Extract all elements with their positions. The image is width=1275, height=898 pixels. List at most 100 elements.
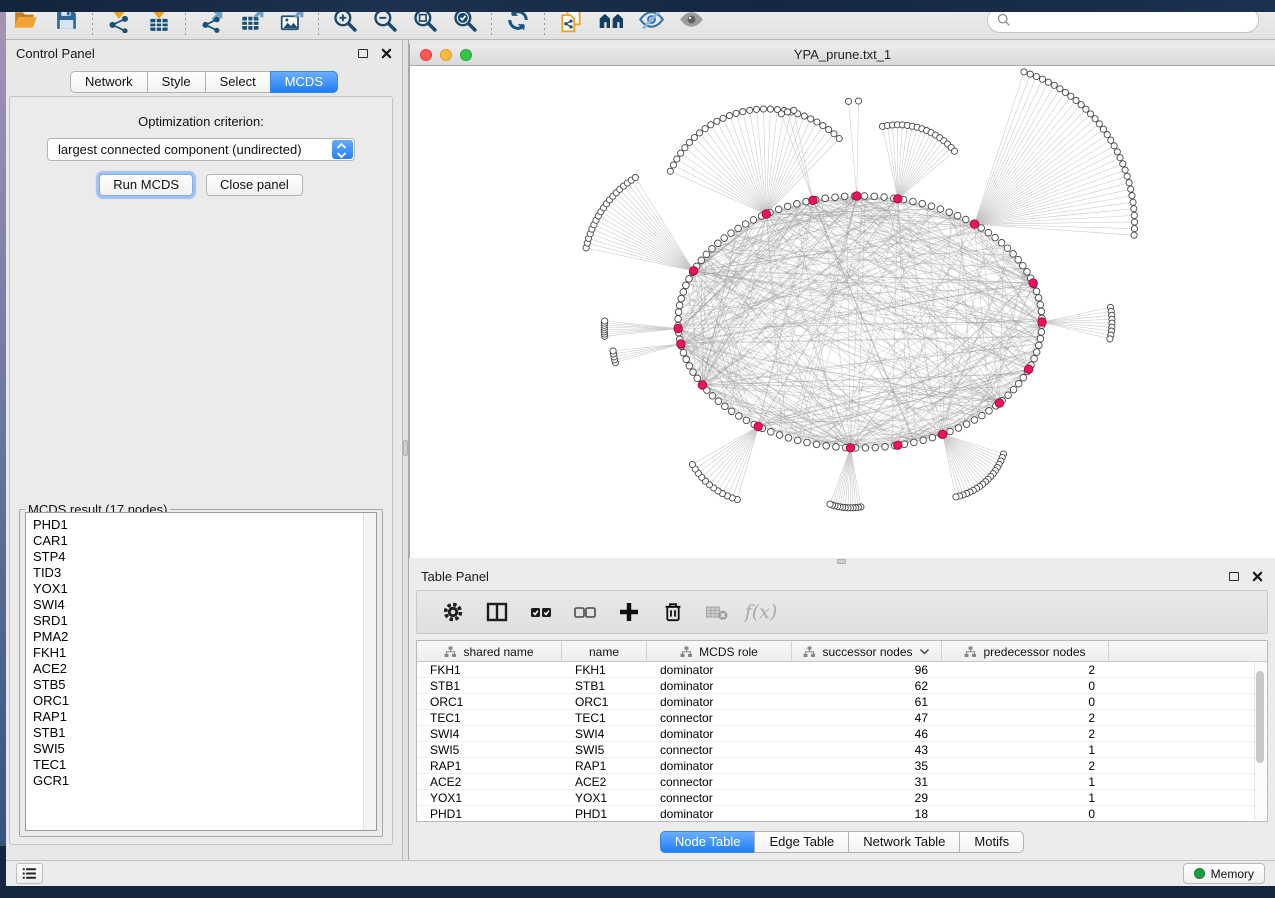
run-mcds-button[interactable]: Run MCDS: [99, 174, 193, 196]
delete-table-button[interactable]: [695, 594, 739, 630]
table-panel-title: Table Panel: [421, 569, 1229, 584]
control-panel-title: Control Panel: [16, 46, 358, 61]
result-item[interactable]: ORC1: [26, 693, 376, 709]
float-panel-icon[interactable]: [1229, 572, 1239, 581]
table-cell: YOX1: [562, 790, 647, 805]
table-cell: ORC1: [562, 694, 647, 709]
tab-select[interactable]: Select: [205, 71, 271, 93]
column-label: MCDS role: [699, 645, 758, 659]
table-row[interactable]: PHD1PHD1dominator180: [417, 806, 1267, 822]
deselect-all-button[interactable]: [563, 594, 607, 630]
tab-network-table[interactable]: Network Table: [848, 831, 960, 853]
close-window-icon[interactable]: [420, 49, 432, 61]
float-panel-icon[interactable]: [358, 49, 368, 58]
table-row[interactable]: SWI4SWI4dominator462: [417, 726, 1267, 742]
table-row[interactable]: YOX1YOX1connector291: [417, 790, 1267, 806]
optimization-criterion-select[interactable]: largest connected component (undirected): [47, 138, 355, 161]
plus-icon: [617, 600, 641, 624]
mcds-result-list: PHD1CAR1STP4TID3YOX1SWI4SRD1PMA2FKH1ACE2…: [26, 513, 376, 789]
column-header-shared-name[interactable]: shared name: [417, 641, 562, 662]
close-panel-icon[interactable]: [381, 48, 392, 59]
table-row[interactable]: FKH1FKH1dominator962: [417, 662, 1267, 678]
deselect-all-icon: [572, 600, 598, 624]
result-item[interactable]: ACE2: [26, 661, 376, 677]
select-stepper-icon: [332, 140, 353, 159]
table-cell: dominator: [647, 758, 792, 773]
table-row[interactable]: SWI5SWI5connector431: [417, 742, 1267, 758]
result-item[interactable]: PMA2: [26, 629, 376, 645]
sort-menu-icon[interactable]: [919, 648, 930, 656]
table-cell: 0: [942, 806, 1109, 821]
table-cell: 0: [942, 678, 1109, 693]
window-controls: [420, 49, 472, 61]
result-item[interactable]: TEC1: [26, 757, 376, 773]
result-item[interactable]: GCR1: [26, 773, 376, 789]
scrollbar-thumb[interactable]: [1256, 671, 1264, 763]
table-cell: 2: [942, 710, 1109, 725]
table-cell: 1: [942, 742, 1109, 757]
result-item[interactable]: STP4: [26, 549, 376, 565]
table-row[interactable]: STB1STB1dominator620: [417, 678, 1267, 694]
result-item[interactable]: PHD1: [26, 517, 376, 533]
table-cell: PHD1: [562, 806, 647, 821]
network-window-titlebar[interactable]: YPA_prune.txt_1: [410, 44, 1275, 66]
maximize-window-icon[interactable]: [460, 49, 472, 61]
gear-icon: [441, 600, 465, 624]
task-history-button[interactable]: [16, 863, 43, 884]
table-row[interactable]: ACE2ACE2connector311: [417, 774, 1267, 790]
table-cell: FKH1: [562, 662, 647, 677]
close-panel-icon[interactable]: [1252, 571, 1263, 582]
memory-button[interactable]: Memory: [1183, 863, 1265, 884]
column-header-name[interactable]: name: [562, 641, 647, 662]
delete-row-button[interactable]: [651, 594, 695, 630]
table-cell: FKH1: [417, 662, 562, 677]
fx-icon: f(x): [745, 601, 778, 623]
tab-network[interactable]: Network: [70, 71, 148, 93]
column-header-successor-nodes[interactable]: successor nodes: [792, 641, 942, 662]
memory-status-icon: [1194, 868, 1205, 879]
tab-mcds[interactable]: MCDS: [270, 71, 338, 93]
tab-style[interactable]: Style: [147, 71, 206, 93]
splitter-grip[interactable]: [403, 440, 408, 456]
function-builder-button[interactable]: f(x): [739, 594, 783, 630]
result-item[interactable]: SWI5: [26, 741, 376, 757]
result-item[interactable]: STB1: [26, 725, 376, 741]
table-toolbar: f(x): [416, 590, 1268, 634]
network-graph[interactable]: [410, 66, 1274, 557]
tab-edge-table[interactable]: Edge Table: [754, 831, 849, 853]
result-item[interactable]: TID3: [26, 565, 376, 581]
table-row[interactable]: ORC1ORC1dominator610: [417, 694, 1267, 710]
tree-icon: [444, 646, 457, 658]
select-all-button[interactable]: [519, 594, 563, 630]
result-item[interactable]: CAR1: [26, 533, 376, 549]
optimization-criterion-value: largest connected component (undirected): [58, 142, 302, 157]
table-cell: connector: [647, 710, 792, 725]
result-item[interactable]: SRD1: [26, 613, 376, 629]
column-label: shared name: [463, 645, 533, 659]
search-input[interactable]: [1017, 12, 1249, 27]
tab-motifs[interactable]: Motifs: [959, 831, 1024, 853]
tab-node-table[interactable]: Node Table: [660, 831, 756, 853]
close-panel-button[interactable]: Close panel: [206, 174, 303, 196]
table-row[interactable]: TEC1TEC1connector472: [417, 710, 1267, 726]
column-header-predecessor-nodes[interactable]: predecessor nodes: [942, 641, 1109, 662]
result-item[interactable]: FKH1: [26, 645, 376, 661]
column-view-button[interactable]: [475, 594, 519, 630]
table-cell: SWI4: [562, 726, 647, 741]
column-header-mcds-role[interactable]: MCDS role: [647, 641, 792, 662]
result-item[interactable]: STB5: [26, 677, 376, 693]
result-item[interactable]: YOX1: [26, 581, 376, 597]
table-cell: YOX1: [417, 790, 562, 805]
table-row[interactable]: RAP1RAP1dominator352: [417, 758, 1267, 774]
node-table[interactable]: shared name name MCDS role successor nodesp…: [416, 640, 1268, 822]
network-view[interactable]: [410, 66, 1275, 558]
table-cell: 62: [792, 678, 942, 693]
minimize-window-icon[interactable]: [440, 49, 452, 61]
table-panel: Table Panel f(x) shared namenameMCDS ro: [409, 564, 1275, 860]
result-scrollbar[interactable]: [363, 513, 376, 830]
result-item[interactable]: SWI4: [26, 597, 376, 613]
table-settings-button[interactable]: [431, 594, 475, 630]
add-row-button[interactable]: [607, 594, 651, 630]
table-scrollbar[interactable]: [1254, 663, 1266, 820]
result-item[interactable]: RAP1: [26, 709, 376, 725]
